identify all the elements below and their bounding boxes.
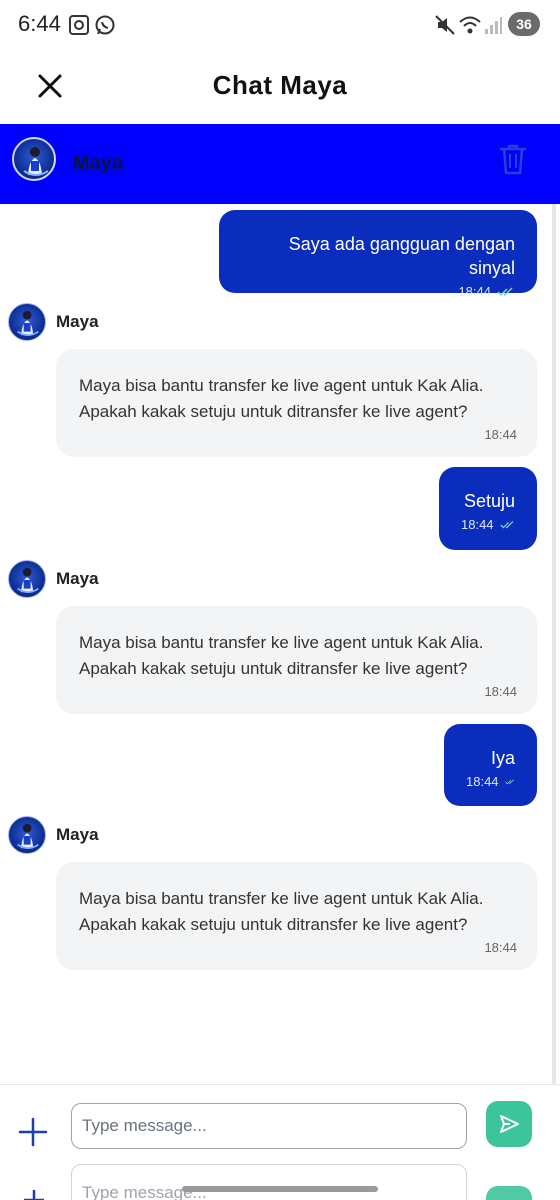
double-check-icon [504, 778, 514, 784]
status-bar: 6:44 36 [0, 0, 560, 50]
mute-icon [435, 15, 455, 35]
contact-name: Maya [73, 152, 124, 174]
sender-name: Maya [56, 569, 99, 588]
sender-name: Maya [56, 825, 99, 844]
page-title: Chat Maya [212, 70, 348, 100]
send-button[interactable] [486, 1101, 532, 1147]
battery-level: 36 [508, 12, 540, 36]
sender-name: Maya [56, 312, 99, 331]
message-time: 18:44 [484, 940, 517, 955]
ghost-composer: Type message... [0, 1164, 560, 1200]
message-text: Setuju [463, 491, 515, 511]
trash-icon[interactable] [498, 142, 528, 176]
screenshot-icon [69, 15, 89, 35]
message-time: 18:44 [484, 427, 517, 442]
avatar [8, 560, 46, 598]
message-time: 18:44 [484, 684, 517, 699]
plus-icon[interactable] [18, 1117, 48, 1147]
message-text: Maya bisa bantu transfer ke live agent u… [79, 633, 484, 678]
plus-icon [24, 1190, 44, 1200]
message-composer [0, 1084, 560, 1164]
incoming-message-row: Maya Maya bisa bantu transfer ke live ag… [0, 560, 560, 720]
outgoing-message[interactable]: Iya 18:44 [444, 724, 537, 806]
incoming-message-row: Maya Maya bisa bantu transfer ke live ag… [0, 816, 560, 976]
maya-avatar-image [17, 310, 39, 336]
maya-avatar-image [17, 823, 39, 849]
message-text: Saya ada gangguan dengan sinyal [288, 234, 515, 278]
status-time: 6:44 [18, 11, 61, 36]
avatar [12, 137, 56, 181]
send-icon [500, 1115, 519, 1133]
ghost-input: Type message... [71, 1164, 467, 1200]
message-time: 18:44 [461, 517, 494, 532]
message-text: Iya [490, 748, 515, 768]
outgoing-message[interactable]: Setuju 18:44 [439, 467, 537, 550]
outgoing-message[interactable]: Saya ada gangguan dengan sinyal 18:44 [219, 210, 537, 299]
signal-icon [485, 17, 502, 34]
avatar [8, 303, 46, 341]
title-bar: Chat Maya [0, 50, 560, 124]
double-check-icon [499, 520, 513, 528]
incoming-message[interactable]: Maya bisa bantu transfer ke live agent u… [56, 349, 537, 457]
message-time: 18:44 [458, 284, 491, 299]
maya-avatar-image [23, 147, 49, 176]
home-indicator[interactable] [182, 1186, 378, 1192]
avatar [8, 816, 46, 854]
message-input[interactable] [71, 1103, 467, 1149]
incoming-message[interactable]: Maya bisa bantu transfer ke live agent u… [56, 606, 537, 714]
message-time: 18:44 [466, 774, 499, 789]
message-meta: 18:44 [466, 774, 515, 789]
incoming-message[interactable]: Maya bisa bantu transfer ke live agent u… [56, 862, 537, 970]
incoming-message-row: Maya Maya bisa bantu transfer ke live ag… [0, 303, 560, 463]
message-list[interactable]: Saya ada gangguan dengan sinyal 18:44 Ma… [0, 204, 560, 1084]
message-text: Maya bisa bantu transfer ke live agent u… [79, 889, 484, 934]
chat-header: Maya [0, 124, 560, 204]
message-meta: 18:44 [241, 284, 515, 299]
double-check-icon [497, 286, 513, 296]
ghost-send-button [486, 1186, 532, 1200]
message-text: Maya bisa bantu transfer ke live agent u… [79, 376, 484, 421]
message-meta: 18:44 [461, 517, 515, 532]
whatsapp-icon [95, 15, 115, 35]
wifi-icon [459, 16, 481, 34]
chat-screen: 6:44 36 Chat Maya Maya Saya ada gangguan… [0, 0, 560, 1200]
maya-avatar-image [17, 567, 39, 593]
